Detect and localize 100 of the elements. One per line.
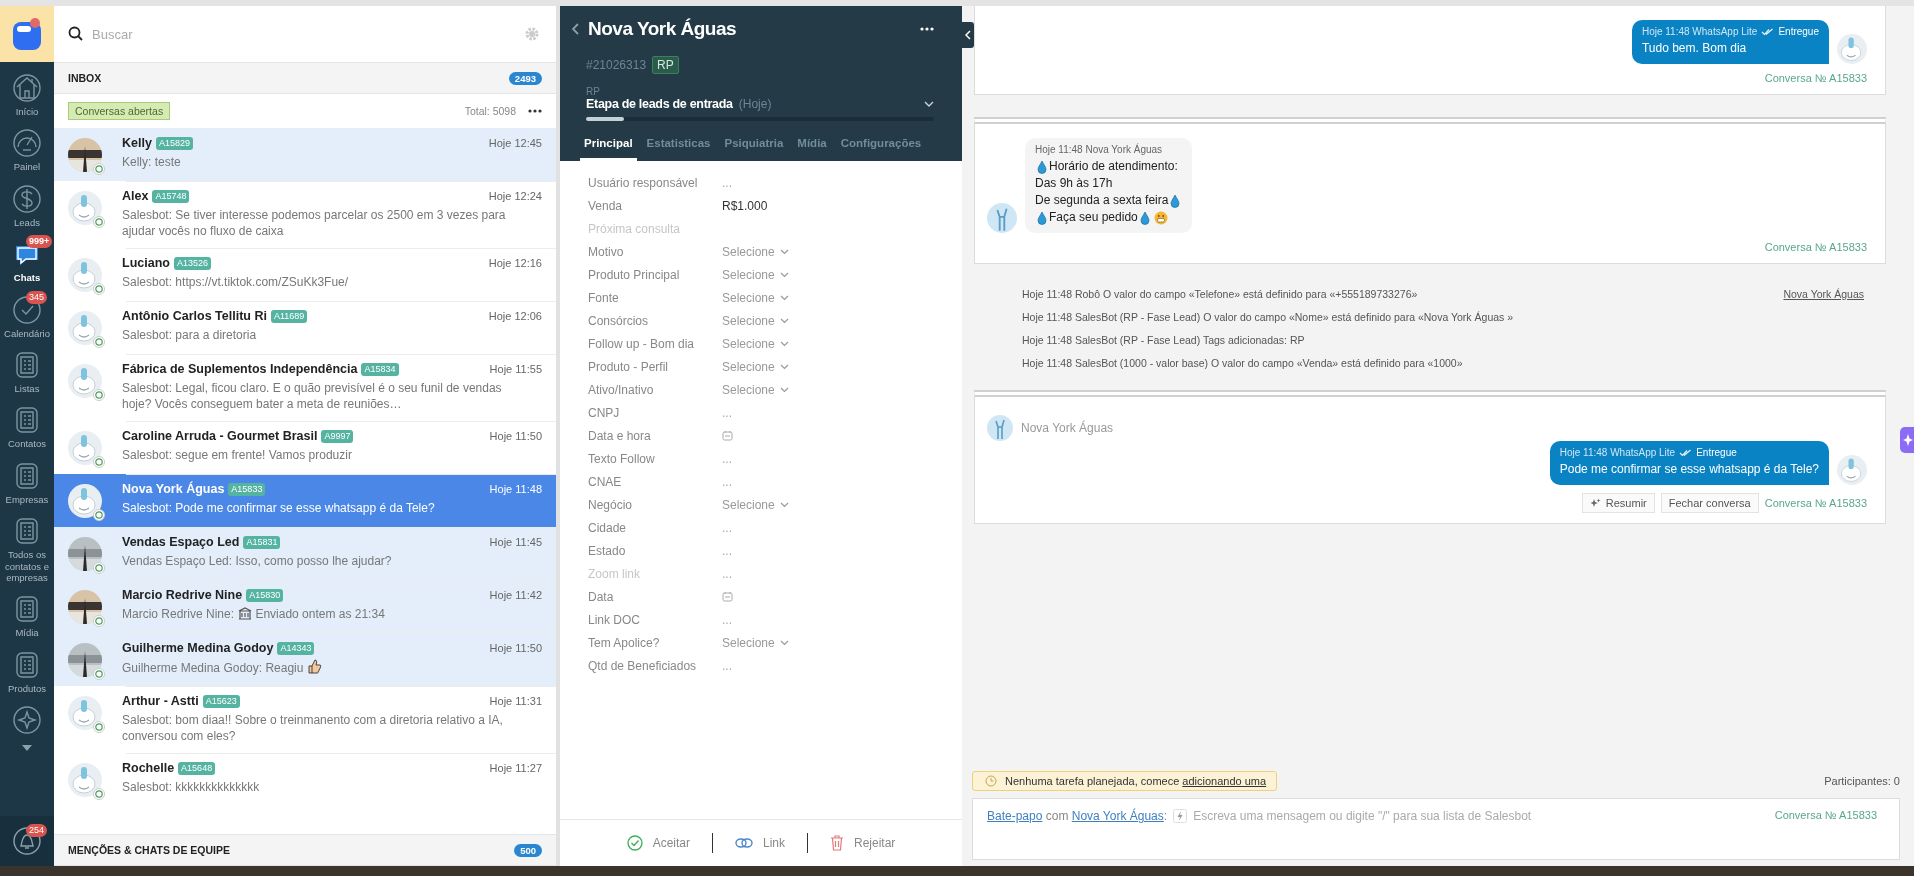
bot-avatar-icon <box>68 763 102 797</box>
conversation-id: A15833 <box>228 482 266 496</box>
conversation-id: A9997 <box>321 429 354 443</box>
nav-item[interactable]: Todos os contatos e empresas <box>0 511 54 590</box>
tab[interactable]: Estatisticas <box>642 131 715 161</box>
field-label: Consórcios <box>588 313 650 328</box>
message-preview: Salesbot: bom diaa!! Sobre o treinmanento com a diretoria relativo a IA, conversou com eles? <box>122 712 504 744</box>
card-button[interactable]: Resumir <box>1581 493 1655 513</box>
action-button[interactable]: Aceitar <box>604 835 712 851</box>
sparkle-icon <box>1589 497 1601 509</box>
conversation-id: A14343 <box>277 641 315 655</box>
whatsapp-icon <box>93 509 105 521</box>
count-badge: 345 <box>26 290 48 304</box>
conversation-id: A15748 <box>152 189 190 203</box>
message-text: Das 9h às 17h <box>1035 175 1113 192</box>
chevron-down-icon <box>779 317 789 324</box>
chat-row[interactable]: Rochelle A15648 Hoje 11:27 Salesbot: kkkkkkkkkkkkkk <box>54 753 556 806</box>
message-time: Hoje 11:27 <box>489 762 542 774</box>
search-field[interactable]: Buscar <box>90 25 518 43</box>
nav-item[interactable]: Contatos <box>0 400 54 456</box>
chat-row[interactable]: Kelly A15829 Hoje 12:45 Kelly: teste <box>54 128 556 181</box>
nav-item[interactable]: Listas <box>0 344 54 401</box>
nav-item[interactable]: Produtos <box>0 644 54 701</box>
contact-name: Guilherme Medina Godoy <box>122 641 274 655</box>
scroll-down-icon[interactable] <box>21 744 33 753</box>
event-text: Hoje 11:48 Robô O valor do campo «Telefone» está definido para «+555189733276» <box>1022 287 1418 300</box>
chat-row[interactable]: Arthur - Astti A15623 Hoje 11:31 Salesbot: bom diaa!! Sobre o treinmanento com a diretoria relativo a IA, conversou com eles? <box>54 686 556 753</box>
collapse-button[interactable] <box>962 22 974 48</box>
bell-icon <box>12 826 42 856</box>
action-button[interactable]: Link <box>713 836 807 850</box>
nav-item[interactable]: 999+ Chats <box>0 234 54 290</box>
field-label: Motivo <box>588 244 625 259</box>
nav-item[interactable]: Leads <box>0 178 54 235</box>
chat-row[interactable]: Caroline Arruda - Gourmet Brasil A9997 Hoje 11:50 Salesbot: segue em frente! Vamos produzir <box>54 421 556 474</box>
whatsapp-icon <box>93 389 105 401</box>
chevron-down-icon <box>779 639 789 646</box>
chat-row[interactable]: Guilherme Medina Godoy A14343 Hoje 11:50 Guilherme Medina Godoy: Reagiu <box>54 633 556 686</box>
chat-row[interactable]: Luciano A13526 Hoje 12:16 Salesbot: https://vt.tiktok.com/ZSuKk3Fue/ <box>54 248 556 301</box>
message-time: Hoje 11:50 <box>489 430 542 442</box>
contact-name: Vendas Espaço Led <box>122 535 240 549</box>
field-value[interactable]: R$1.000 <box>722 198 768 213</box>
bot-avatar-icon <box>1837 34 1867 64</box>
field-label: CNPJ <box>588 405 621 420</box>
contact-link[interactable]: Nova York Águas <box>1783 287 1864 300</box>
field-label: Produto Principal <box>588 267 681 282</box>
nav-item[interactable]: Empresas <box>0 455 54 512</box>
link-icon <box>735 837 753 849</box>
action-button[interactable]: Rejeitar <box>808 835 918 851</box>
nav-item[interactable]: Início <box>0 68 54 124</box>
conversation-id: A13526 <box>173 256 211 270</box>
message-time: Hoje 12:16 <box>488 257 542 269</box>
chat-row[interactable]: Marcio Redrive Nine A15830 Hoje 11:42 Marcio Redrive Nine: Enviado ontem as 21:34 <box>54 580 556 633</box>
delivery-status: Entregue <box>1696 447 1737 458</box>
nav-item[interactable]: Mídia <box>0 589 54 645</box>
conversation-id: A15831 <box>243 535 281 549</box>
chat-row[interactable]: Vendas Espaço Led A15831 Hoje 11:45 Vendas Espaço Led: Isso, como posso lhe ajudar? <box>54 527 556 580</box>
whatsapp-icon <box>93 788 105 800</box>
pipeline-name: RP <box>586 86 601 97</box>
chat-row[interactable]: Nova York Águas A15833 Hoje 11:48 Salesbot: Pode me confirmar se esse whatsapp é da Tele? <box>54 474 556 527</box>
card-button[interactable]: Fechar conversa <box>1660 493 1759 513</box>
logo-icon[interactable] <box>0 6 54 62</box>
tab[interactable]: Psiquiatria <box>720 131 788 161</box>
message-preview: Kelly: teste <box>122 154 182 170</box>
field-label: Negócio <box>588 497 634 512</box>
message-input[interactable]: Escreva uma mensagem ou digite "/" para sua lista de Salesbot <box>1193 809 1769 823</box>
conversation-number: Conversa № A15833 <box>1764 241 1867 253</box>
lead-number: #21026313 <box>586 58 647 72</box>
notifications-button[interactable]: 254 <box>0 816 54 866</box>
more-icon[interactable] <box>528 109 542 113</box>
field-label: Texto Follow <box>588 451 656 466</box>
team-chats-header[interactable]: MENÇÕES & CHATS DE EQUIPE 500 <box>54 834 556 866</box>
tab[interactable]: Mídia <box>793 131 831 161</box>
chevron-down-icon <box>924 101 934 107</box>
chat-row[interactable]: Fábrica de Suplementos Independência A15834 Hoje 11:55 Salesbot: Legal, ficou claro. E o quão previsível é o seu funil de vendas hoje? Vocês conseguem bater a meta de reuniões… <box>54 354 556 421</box>
contact-link[interactable]: Nova York Águas <box>1071 809 1164 823</box>
tab[interactable]: Configurações <box>836 131 926 161</box>
nav-item[interactable]: 345 Calendário <box>0 289 54 345</box>
chat-mode-link[interactable]: Bate-papo <box>987 809 1043 823</box>
lightning-icon[interactable] <box>1173 809 1188 823</box>
tag[interactable]: RP <box>652 56 679 74</box>
bot-avatar-icon <box>1837 455 1867 485</box>
stage-selector[interactable]: Etapa de leads de entrada (Hoje) <box>586 97 934 111</box>
filter-button[interactable]: Conversas abertas <box>68 102 171 120</box>
message-meta: Hoje 11:48 Nova York Águas <box>1035 144 1163 155</box>
thumbs-up-icon <box>307 659 323 674</box>
back-icon[interactable] <box>572 23 580 35</box>
inbox-header[interactable]: INBOX 2493 <box>54 62 556 94</box>
bot-avatar-icon <box>68 431 102 465</box>
message-preview: Salesbot: Se tiver interesse podemos parcelar os 2500 em 3 vezes para ajudar vocês no fluxo de caixa <box>122 207 507 239</box>
message-time: Hoje 11:55 <box>489 363 542 375</box>
add-task-link[interactable]: adicionando uma <box>1182 775 1267 787</box>
clock-icon <box>985 775 997 787</box>
nav-item[interactable]: Painel <box>0 123 54 179</box>
sparkle-icon[interactable] <box>1900 427 1914 453</box>
chat-row[interactable]: Antônio Carlos Tellitu Ri A11689 Hoje 12:06 Salesbot: para a diretoria <box>54 301 556 354</box>
figure-avatar-icon <box>987 203 1017 233</box>
tab[interactable]: Principal <box>580 131 637 161</box>
whatsapp-icon <box>93 163 105 175</box>
more-icon[interactable] <box>920 27 934 31</box>
chat-row[interactable]: Alex A15748 Hoje 12:24 Salesbot: Se tiver interesse podemos parcelar os 2500 em 3 vezes para ajudar vocês no fluxo de caixa <box>54 181 556 248</box>
